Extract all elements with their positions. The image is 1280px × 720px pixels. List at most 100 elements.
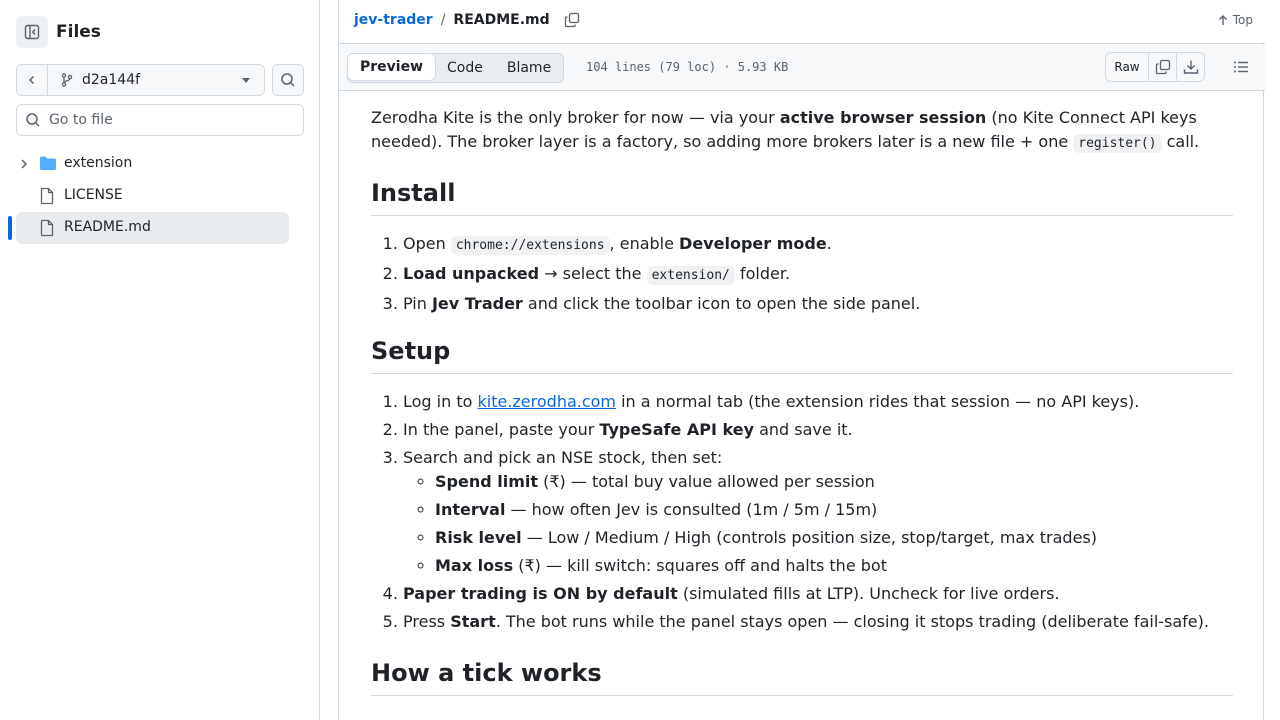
breadcrumb: jev-trader / README.md [354, 12, 580, 28]
sidebar-header: Files [16, 16, 101, 48]
branch-row: d2a144f [16, 64, 304, 96]
step-text: (simulated fills at LTP). Uncheck for li… [677, 584, 1060, 603]
sub-strong: Spend limit [435, 472, 539, 491]
step-text: Pin [403, 294, 432, 313]
search-button[interactable] [272, 64, 304, 96]
arrow-up-icon [1218, 15, 1227, 25]
tab-blame[interactable]: Blame [495, 54, 563, 82]
sidebar-collapse-icon [24, 24, 40, 40]
heading-setup: Setup [371, 335, 1233, 374]
file-tree: extension LICENSE README.md [0, 148, 320, 244]
sub-text: — how often Jev is consulted (1m / 5m / … [505, 500, 878, 519]
sub-text: (₹) — total buy value allowed per sessio… [538, 472, 875, 491]
list-item: Search and pick an NSE stock, then set: … [403, 446, 1233, 578]
copy-icon [564, 12, 579, 28]
file-sidebar: Files d2a144f extension LICENSE [0, 0, 320, 720]
tree-item-label: README.md [64, 219, 151, 235]
step-text: Press [403, 612, 451, 631]
active-highlight [16, 212, 289, 244]
branch-picker: d2a144f [16, 64, 265, 96]
step-text: in a normal tab (the extension rides tha… [616, 392, 1140, 411]
heading-how-a-tick-works: How a tick works [371, 657, 1233, 696]
list-item: Paper trading is ON by default (simulate… [403, 582, 1233, 606]
breadcrumb-file: README.md [453, 12, 550, 28]
sublist-item: Max loss (₹) — kill switch: squares off … [435, 554, 1233, 578]
folder-icon [40, 156, 56, 170]
tree-item-readme[interactable]: README.md [0, 212, 320, 244]
tree-item-label: extension [64, 155, 133, 171]
step-text: Search and pick an NSE stock, then set: [403, 448, 723, 467]
step-strong: Developer mode [679, 234, 827, 253]
intro-strong: active browser session [779, 108, 987, 127]
file-info: 104 lines (79 loc) · 5.93 KB [586, 60, 789, 74]
download-icon [1183, 60, 1198, 74]
list-item: Press Start. The bot runs while the pane… [403, 610, 1233, 634]
go-to-file-field[interactable] [16, 104, 304, 136]
sublist-item: Spend limit (₹) — total buy value allowe… [435, 470, 1233, 494]
list-item: In the panel, paste your TypeSafe API ke… [403, 418, 1233, 442]
step-strong: Jev Trader [431, 294, 523, 313]
download-button[interactable] [1176, 53, 1204, 81]
intro-paragraph: Zerodha Kite is the only broker for now … [371, 106, 1233, 156]
view-mode-tabs: Preview Code Blame [347, 53, 565, 83]
sub-strong: Interval [435, 500, 506, 519]
outline-button[interactable] [1233, 59, 1249, 79]
tab-code[interactable]: Code [435, 54, 495, 82]
file-toolbar: Preview Code Blame 104 lines (79 loc) · … [339, 45, 1265, 91]
top-link[interactable]: Top [1217, 13, 1253, 27]
install-steps: Open chrome://extensions, enable Develop… [403, 232, 1233, 320]
list-item: Pin Jev Trader and click the toolbar ico… [403, 292, 1233, 316]
tree-item-license[interactable]: LICENSE [0, 180, 320, 212]
search-icon [281, 73, 295, 87]
breadcrumb-separator: / [440, 12, 446, 28]
step-text: → select the [539, 264, 647, 283]
tree-item-label: LICENSE [64, 187, 123, 203]
step-text: folder. [734, 264, 791, 283]
setup-sublist: Spend limit (₹) — total buy value allowe… [435, 470, 1233, 578]
file-actions: Raw [1105, 52, 1205, 82]
kite-link[interactable]: kite.zerodha.com [477, 392, 616, 411]
step-text: In the panel, paste your [403, 420, 600, 439]
back-button[interactable] [17, 65, 48, 95]
sublist-item: Interval — how often Jev is consulted (1… [435, 498, 1233, 522]
raw-button[interactable]: Raw [1106, 53, 1148, 81]
branch-select[interactable]: d2a144f [48, 65, 264, 95]
chevron-down-icon [242, 78, 250, 83]
chevron-right-icon[interactable] [18, 157, 30, 171]
sub-strong: Max loss [435, 556, 514, 575]
step-text: and click the toolbar icon to open the s… [522, 294, 921, 313]
step-strong: Load unpacked [403, 264, 540, 283]
sublist-item: Risk level — Low / Medium / High (contro… [435, 526, 1233, 550]
inline-code: register() [1073, 134, 1162, 153]
list-item: Load unpacked → select the extension/ fo… [403, 262, 1233, 288]
step-text: . [826, 234, 832, 253]
search-icon [26, 113, 40, 127]
file-icon [40, 187, 54, 205]
heading-install: Install [371, 177, 1233, 216]
step-strong: TypeSafe API key [599, 420, 754, 439]
sub-text: (₹) — kill switch: squares off and halts… [513, 556, 887, 575]
step-text: Open [403, 234, 451, 253]
collapse-sidebar-button[interactable] [16, 16, 48, 48]
setup-steps: Log in to kite.zerodha.com in a normal t… [403, 390, 1233, 638]
copy-raw-button[interactable] [1148, 53, 1176, 81]
chevron-left-icon [28, 75, 35, 85]
git-branch-icon [61, 73, 73, 87]
intro-text: call. [1161, 132, 1200, 151]
list-item: Log in to kite.zerodha.com in a normal t… [403, 390, 1233, 414]
step-text: . The bot runs while the panel stays ope… [495, 612, 1209, 631]
sidebar-title: Files [56, 22, 101, 42]
copy-path-button[interactable] [564, 12, 580, 28]
file-icon [40, 219, 54, 237]
breadcrumb-repo-link[interactable]: jev-trader [354, 12, 433, 28]
tab-preview[interactable]: Preview [347, 53, 437, 81]
copy-icon [1155, 59, 1170, 75]
list-unordered-icon [1234, 61, 1248, 73]
active-indicator [8, 216, 12, 240]
step-text: and save it. [754, 420, 853, 439]
branch-name: d2a144f [82, 72, 141, 88]
step-strong: Paper trading is ON by default [403, 584, 678, 603]
tree-item-extension[interactable]: extension [0, 148, 320, 180]
go-to-file-input[interactable] [49, 112, 289, 128]
inline-code: chrome://extensions [450, 236, 610, 255]
